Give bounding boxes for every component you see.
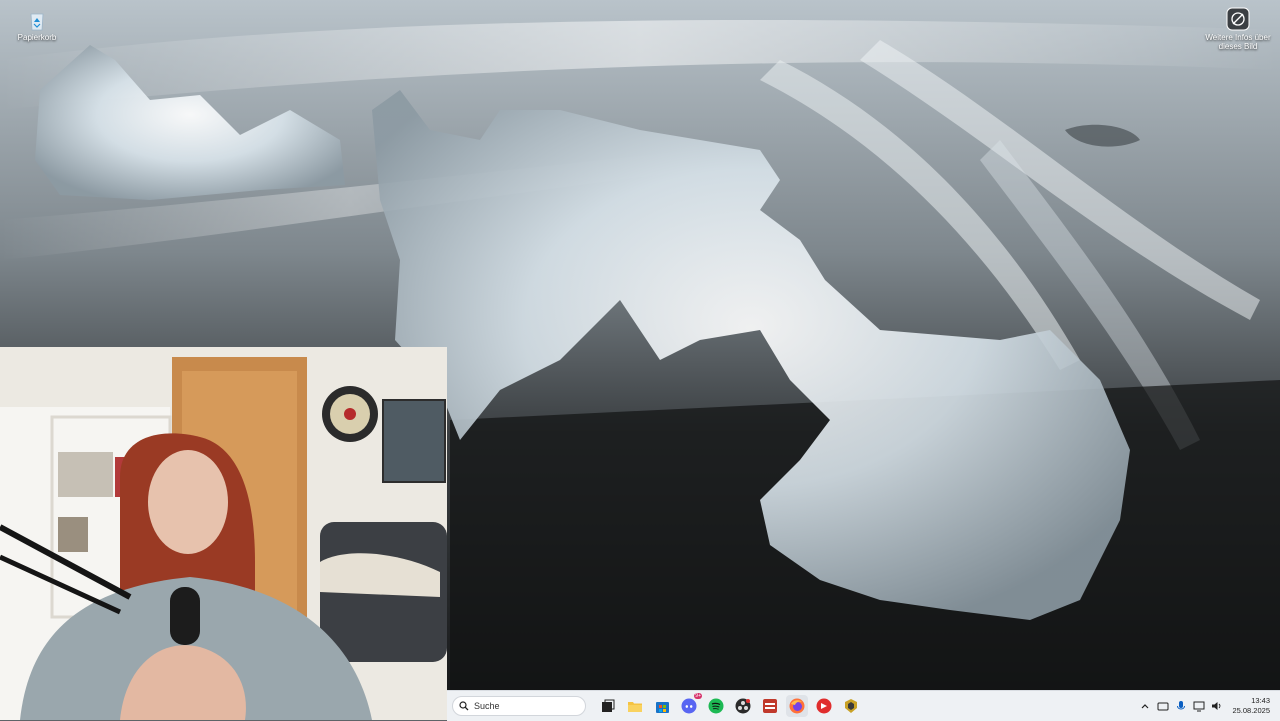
recycle-bin-label: Papierkorb bbox=[17, 33, 57, 42]
microphone-icon bbox=[1177, 701, 1186, 710]
tray-microphone[interactable] bbox=[1172, 697, 1190, 715]
network-icon bbox=[1157, 702, 1169, 711]
discord-button[interactable]: 9+ bbox=[678, 693, 702, 717]
discord-icon bbox=[681, 698, 697, 714]
webcam-overlay bbox=[0, 347, 447, 720]
clock-time: 13:43 bbox=[1251, 696, 1270, 705]
taskbar: Suche 9+ 13:43 25.08.2025 bbox=[447, 690, 1280, 721]
tray-display[interactable] bbox=[1190, 697, 1208, 715]
task-view-button[interactable] bbox=[597, 695, 619, 717]
tray-overflow-button[interactable] bbox=[1136, 697, 1154, 715]
app-icon bbox=[816, 698, 832, 714]
camera-icon bbox=[1226, 7, 1250, 31]
wallpaper-info-label: Weitere Infos über dieses Bild bbox=[1205, 33, 1271, 51]
gold-app-button[interactable] bbox=[840, 695, 862, 717]
red-app-button[interactable] bbox=[813, 695, 835, 717]
webcam-image bbox=[0, 347, 447, 720]
obs-icon bbox=[735, 698, 751, 714]
search-placeholder: Suche bbox=[474, 701, 500, 711]
spotify-button[interactable] bbox=[705, 695, 727, 717]
firefox-icon bbox=[789, 698, 805, 714]
recycle-bin[interactable]: Papierkorb bbox=[14, 9, 60, 42]
app-icon bbox=[763, 699, 777, 713]
folder-icon bbox=[628, 702, 642, 712]
firefox-button[interactable] bbox=[786, 695, 808, 717]
obs-button[interactable] bbox=[732, 695, 754, 717]
file-explorer-button[interactable] bbox=[624, 695, 646, 717]
chevron-up-icon bbox=[1142, 704, 1149, 709]
wallpaper-info[interactable]: Weitere Infos über dieses Bild bbox=[1203, 7, 1273, 51]
discord-badge: 9+ bbox=[694, 693, 702, 699]
volume-icon bbox=[1212, 702, 1221, 710]
streamer-app-button[interactable] bbox=[759, 695, 781, 717]
tray-volume[interactable] bbox=[1208, 697, 1226, 715]
task-view-icon bbox=[602, 699, 615, 712]
app-icon bbox=[845, 699, 857, 713]
search-icon bbox=[459, 701, 469, 711]
clock-date: 25.08.2025 bbox=[1232, 706, 1270, 715]
spotify-icon bbox=[708, 698, 724, 714]
tray-network[interactable] bbox=[1154, 697, 1172, 715]
system-tray: 13:43 25.08.2025 bbox=[1136, 691, 1270, 721]
store-icon bbox=[655, 701, 669, 713]
tray-clock[interactable]: 13:43 25.08.2025 bbox=[1232, 696, 1270, 716]
display-icon bbox=[1193, 701, 1205, 712]
taskbar-search[interactable]: Suche bbox=[452, 696, 586, 716]
store-button[interactable] bbox=[651, 695, 673, 717]
recycle-bin-icon bbox=[30, 13, 44, 31]
